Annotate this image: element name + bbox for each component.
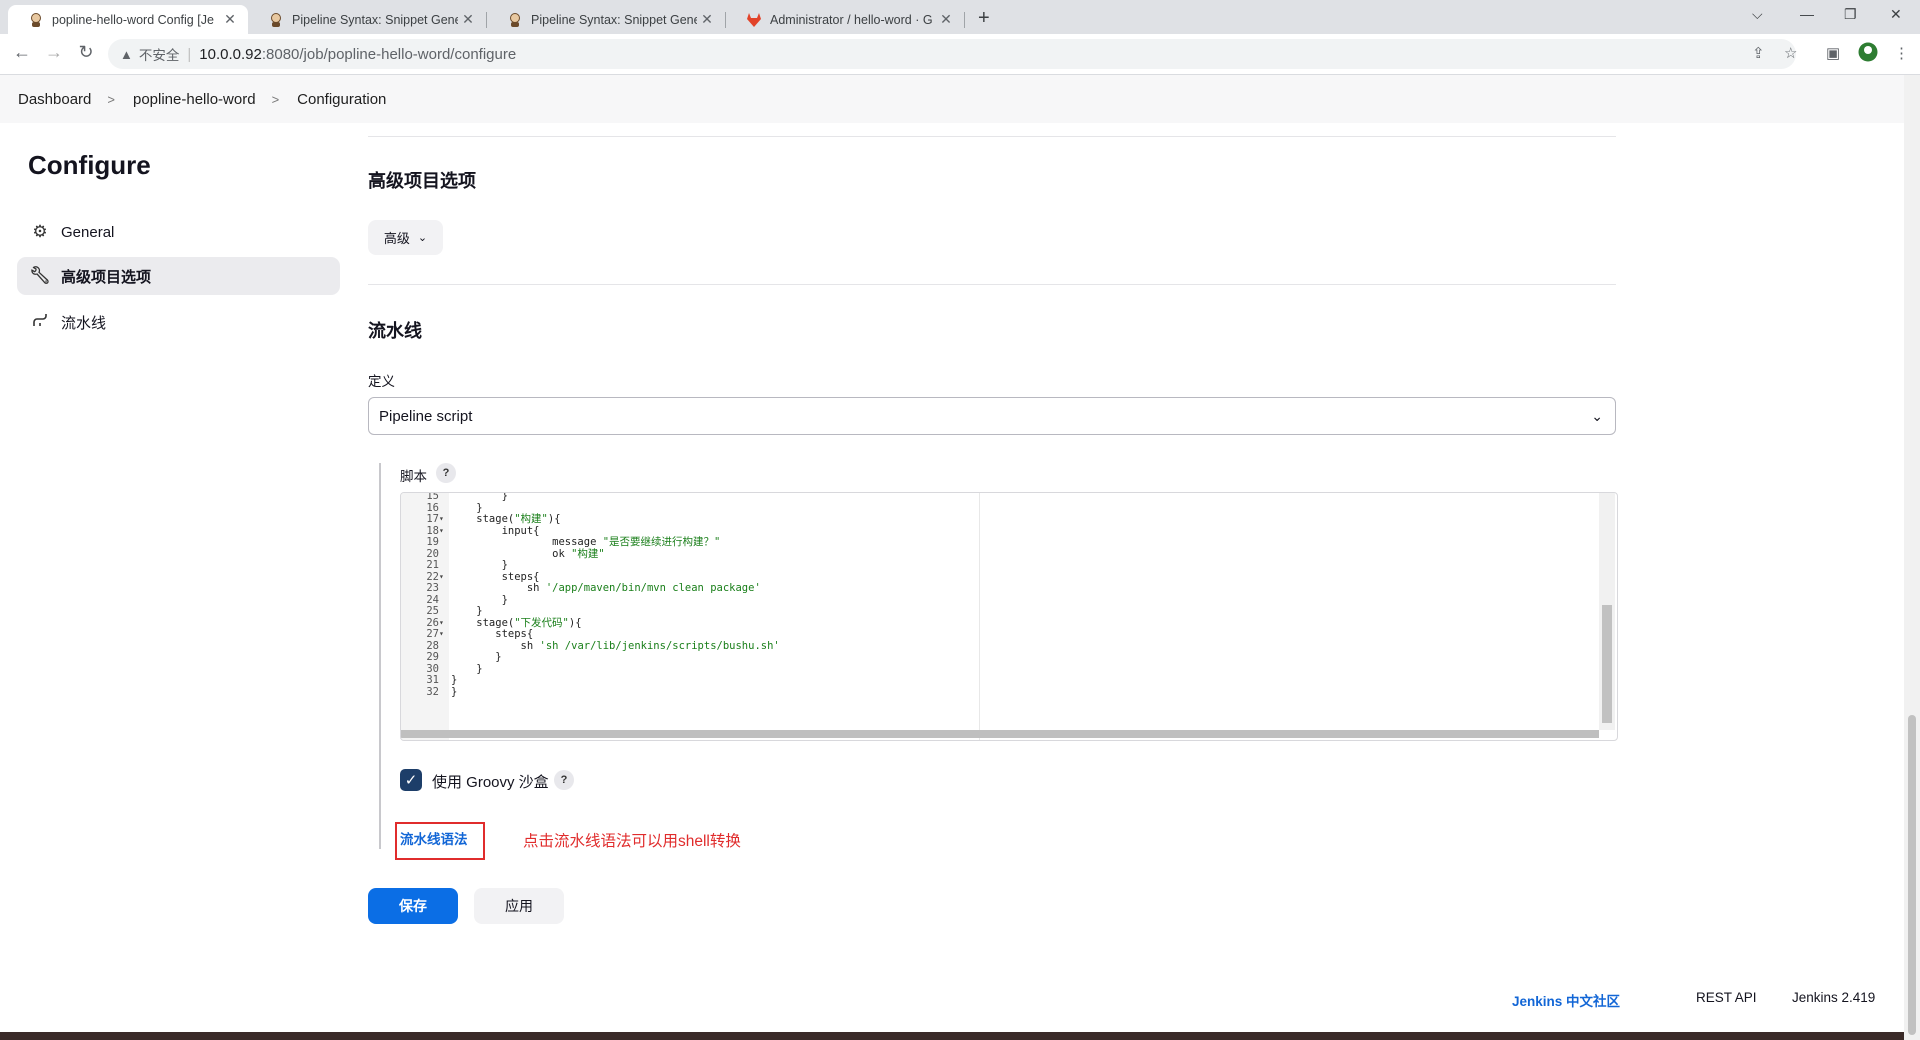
tab-search-icon[interactable]: ⌵ <box>1752 6 1763 23</box>
close-tab-icon[interactable]: ✕ <box>936 11 956 28</box>
script-editor[interactable]: 15 } 16 } 17 ▾ stage("构建"){18 ▾ input{19 mes… <box>400 492 1618 741</box>
pipeline-syntax-link[interactable]: 流水线语法 <box>400 828 468 848</box>
browser-tab-bar: popline-hello-word Config [Je ✕ Pipeline… <box>0 0 1920 34</box>
fold-toggle-icon[interactable]: ▾ <box>439 570 449 584</box>
sidebar-item-label: General <box>61 223 115 241</box>
jenkins-favicon-icon <box>507 12 523 28</box>
url-path: :8080/job/popline-hello-word/configure <box>261 45 517 63</box>
sidebar-item-general[interactable]: ⚙ General <box>17 213 340 251</box>
line-number: 32 <box>426 685 439 698</box>
definition-label: 定义 <box>368 374 395 389</box>
page-scrollbar[interactable] <box>1904 75 1920 1040</box>
page-scrollbar-thumb[interactable] <box>1908 715 1916 1035</box>
tab-title: Administrator / hello-word · G <box>770 12 933 27</box>
section-divider <box>368 284 1616 285</box>
footer-version[interactable]: Jenkins 2.419 <box>1792 990 1875 1005</box>
pipeline-heading: 流水线 <box>368 321 422 341</box>
address-bar[interactable]: ▲ 不安全 | 10.0.0.92 :8080/job/popline-hell… <box>108 39 1796 69</box>
apply-button[interactable]: 应用 <box>474 888 564 924</box>
script-label: 脚本 <box>400 469 427 484</box>
browser-tab[interactable]: Pipeline Syntax: Snippet Gener ✕ <box>248 5 486 34</box>
sidebar-item-label: 高级项目选项 <box>61 268 152 286</box>
share-icon[interactable]: ⇪ <box>1752 44 1765 62</box>
browser-toolbar: ← → ↻ ▲ 不安全 | 10.0.0.92 :8080/job/poplin… <box>0 34 1920 75</box>
advanced-button-label: 高级 <box>383 231 410 246</box>
sidebar-item-pipeline[interactable]: 流水线 <box>17 303 340 341</box>
groovy-sandbox-label: 使用 Groovy 沙盒 <box>432 774 549 791</box>
chevron-right-icon: > <box>107 91 115 107</box>
chevron-right-icon: > <box>271 91 280 107</box>
close-window-button[interactable]: ✕ <box>1890 6 1902 23</box>
annotation-text: 点击流水线语法可以用shell转换 <box>523 833 741 850</box>
footer-community-link[interactable]: Jenkins 中文社区 <box>1512 990 1620 1010</box>
warning-icon: ▲ <box>120 46 133 62</box>
fold-toggle-icon[interactable]: ▾ <box>439 524 449 538</box>
groovy-sandbox-checkbox[interactable]: ✓ <box>400 769 422 791</box>
bookmark-star-icon[interactable]: ☆ <box>1784 44 1797 62</box>
sidebar-item-advanced[interactable]: 🔧︎ 高级项目选项 <box>17 257 340 295</box>
insecure-label: 不安全 <box>138 48 180 63</box>
tab-title: Pipeline Syntax: Snippet Gener <box>531 12 697 27</box>
new-tab-button[interactable]: + <box>978 7 990 30</box>
fold-toggle-icon[interactable]: ▾ <box>439 627 449 641</box>
close-tab-icon[interactable]: ✕ <box>458 11 478 28</box>
gear-icon: ⚙ <box>32 222 48 241</box>
nested-section-line <box>379 463 381 849</box>
close-tab-icon[interactable]: ✕ <box>220 11 240 28</box>
definition-value: Pipeline script <box>379 407 473 425</box>
advanced-heading: 高级项目选项 <box>368 171 476 191</box>
gitlab-favicon-icon <box>746 12 762 28</box>
minimize-button[interactable]: — <box>1800 6 1814 22</box>
back-icon[interactable]: ← <box>10 42 34 63</box>
editor-scrollbar[interactable] <box>1599 493 1615 730</box>
restore-button[interactable]: ❐ <box>1844 6 1857 23</box>
save-button[interactable]: 保存 <box>368 888 458 924</box>
jenkins-favicon-icon <box>268 12 284 28</box>
breadcrumb-dashboard[interactable]: Dashboard <box>0 91 91 108</box>
pipeline-icon <box>29 312 51 333</box>
chevron-down-icon: ⌄ <box>417 232 428 244</box>
breadcrumb-configuration[interactable]: Configuration <box>279 91 386 108</box>
profile-avatar[interactable] <box>1858 42 1878 66</box>
tab-separator <box>964 12 965 28</box>
jenkins-favicon-icon <box>28 12 44 28</box>
definition-select[interactable]: Pipeline script ⌄ <box>368 397 1616 435</box>
print-margin <box>979 493 980 740</box>
sandbox-help-icon[interactable]: ? <box>554 770 574 790</box>
footer-rest-api-link[interactable]: REST API <box>1696 990 1757 1005</box>
taskbar-strip <box>0 1032 1904 1040</box>
wrench-icon: 🔧︎ <box>29 266 51 285</box>
breadcrumb: Dashboard > popline-hello-word > Configu… <box>0 75 1904 123</box>
more-menu-icon[interactable]: ⋮ <box>1894 44 1909 62</box>
sidebar-item-label: 流水线 <box>61 314 107 332</box>
close-tab-icon[interactable]: ✕ <box>697 11 717 28</box>
section-divider <box>368 136 1616 137</box>
chevron-down-icon: ⌄ <box>1591 407 1603 424</box>
advanced-button[interactable]: 高级 ⌄ <box>368 220 443 255</box>
forward-icon[interactable]: → <box>42 42 66 63</box>
browser-tab[interactable]: Pipeline Syntax: Snippet Gener ✕ <box>487 5 725 34</box>
tab-title: popline-hello-word Config [Je <box>52 12 214 27</box>
script-help-icon[interactable]: ? <box>436 463 456 483</box>
code-text: } <box>451 685 458 698</box>
address-divider: | <box>187 45 192 63</box>
browser-tab[interactable]: Administrator / hello-word · G ✕ <box>726 5 964 34</box>
url-host: 10.0.0.92 <box>199 45 262 63</box>
editor-horizontal-scrollbar[interactable] <box>401 730 1599 738</box>
scrollbar-thumb[interactable] <box>1602 605 1612 723</box>
page-title: Configure <box>28 150 151 180</box>
browser-tab-active[interactable]: popline-hello-word Config [Je ✕ <box>8 5 248 34</box>
breadcrumb-job[interactable]: popline-hello-word <box>115 91 256 108</box>
reload-icon[interactable]: ↻ <box>74 42 98 63</box>
side-panel-icon[interactable]: ▣ <box>1826 44 1840 62</box>
tab-title: Pipeline Syntax: Snippet Gener <box>292 12 458 27</box>
